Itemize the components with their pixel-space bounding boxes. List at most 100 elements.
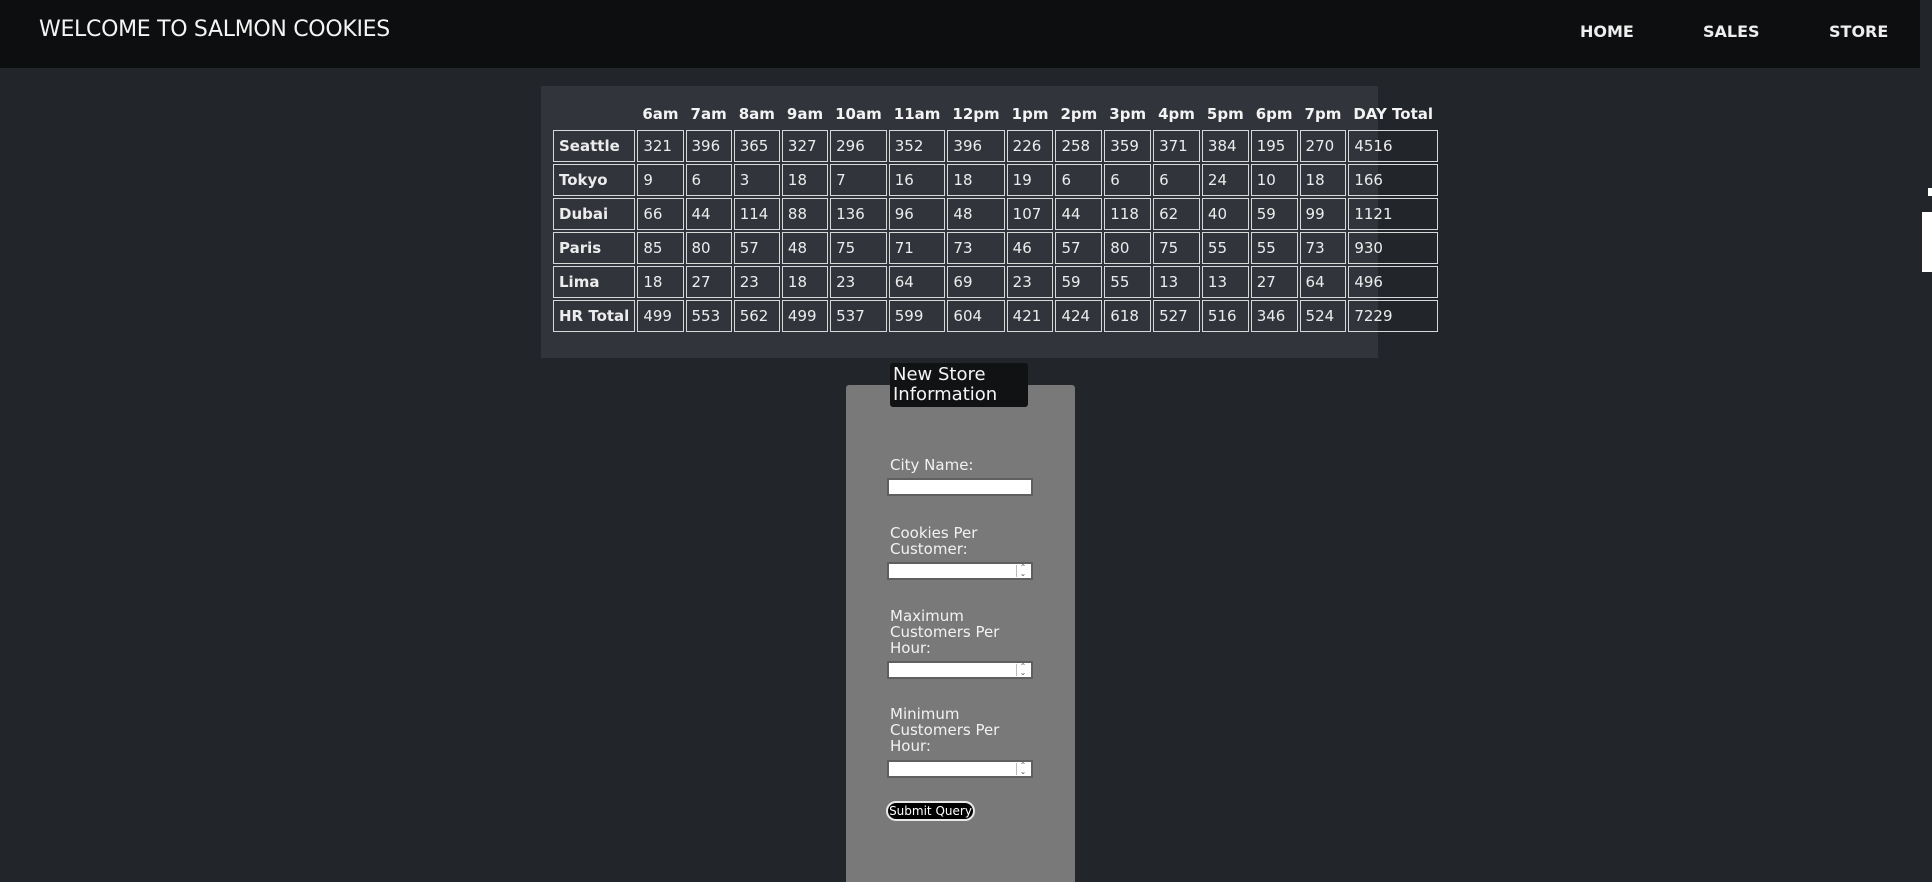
table-cell: 46 [1006, 232, 1054, 264]
number-spinner-icon[interactable]: ⌃ ⌄ [1016, 762, 1029, 776]
sales-table-panel: 6am 7am 8am 9am 10am 11am 12pm 1pm 2pm 3pm 4pm 5pm 6… [541, 86, 1439, 358]
corner-header-cell [553, 100, 635, 128]
number-spinner-icon[interactable]: ⌃ ⌄ [1016, 564, 1029, 578]
page-scrollbar[interactable] [1920, 0, 1932, 882]
table-cell: 55 [1201, 232, 1249, 264]
column-header: 10am [835, 105, 882, 123]
table-cell: 3 [733, 164, 780, 196]
row-label-cell: Paris [553, 232, 636, 264]
table-cell: 6 [685, 164, 732, 196]
table-cell: 359 [1104, 130, 1152, 162]
table-cell: 69 [947, 266, 1005, 298]
column-header: DAY Total [1353, 105, 1434, 123]
table-cell: 6 [1104, 164, 1152, 196]
table-cell: 18 [637, 266, 684, 298]
table-cell: 23 [830, 266, 887, 298]
city-name-input[interactable] [887, 478, 1033, 496]
table-cell: 6 [1153, 164, 1200, 196]
column-header: 11am [893, 105, 941, 123]
top-navigation-bar: WELCOME TO SALMON COOKIES HOME SALES STO… [0, 0, 1920, 68]
table-row: Paris 85 80 57 48 75 71 73 46 57 80 75 55 55 73 930 [553, 232, 1439, 264]
column-header: 6am [642, 105, 679, 123]
table-cell: 85 [637, 232, 684, 264]
column-header: 12pm [952, 105, 1000, 123]
table-cell: 296 [830, 130, 887, 162]
table-cell: 618 [1104, 300, 1152, 332]
table-cell: 499 [637, 300, 684, 332]
row-label-cell: Lima [553, 266, 636, 298]
table-cell: 321 [637, 130, 684, 162]
column-header: 6pm [1255, 105, 1293, 123]
scrollbar-marker [1928, 188, 1932, 196]
table-cell: 537 [830, 300, 887, 332]
form-legend: New Store Information [890, 363, 1028, 407]
table-cell: 55 [1104, 266, 1152, 298]
row-label-cell: Dubai [553, 198, 636, 230]
nav-link-store[interactable]: STORE [1829, 22, 1888, 41]
table-cell: 75 [1153, 232, 1200, 264]
table-cell: 930 [1348, 232, 1439, 264]
table-cell: 352 [888, 130, 946, 162]
cookies-per-customer-input[interactable]: ⌃ ⌄ [887, 562, 1033, 580]
table-row: Seattle 321 396 365 327 296 352 396 226 258 359 371… [553, 130, 1439, 162]
table-cell: 13 [1153, 266, 1200, 298]
table-cell: 99 [1299, 198, 1347, 230]
table-cell: 384 [1201, 130, 1249, 162]
table-cell: 73 [1299, 232, 1347, 264]
table-cell: 71 [888, 232, 946, 264]
table-cell: 114 [733, 198, 780, 230]
table-cell: 13 [1201, 266, 1249, 298]
table-cell: 44 [1055, 198, 1103, 230]
submit-button[interactable]: Submit Query [886, 801, 975, 821]
table-cell: 7 [830, 164, 887, 196]
column-header: 1pm [1011, 105, 1049, 123]
table-cell: 107 [1006, 198, 1054, 230]
column-header: 7pm [1304, 105, 1342, 123]
nav-link-home[interactable]: HOME [1580, 22, 1634, 41]
table-cell: 55 [1250, 232, 1298, 264]
table-cell: 136 [830, 198, 887, 230]
table-cell: 59 [1250, 198, 1298, 230]
table-cell: 527 [1153, 300, 1200, 332]
table-cell: 80 [685, 232, 732, 264]
table-cell: 496 [1348, 266, 1439, 298]
column-header: 2pm [1060, 105, 1098, 123]
table-cell: 424 [1055, 300, 1103, 332]
table-cell: 599 [888, 300, 946, 332]
table-cell: 421 [1006, 300, 1054, 332]
table-row: Tokyo 9 6 3 18 7 16 18 19 6 6 6 24 10 18 166 [553, 164, 1439, 196]
table-cell: 64 [1299, 266, 1347, 298]
table-row: Lima 18 27 23 18 23 64 69 23 59 55 13 13 27 64 496 [553, 266, 1439, 298]
site-title: WELCOME TO SALMON COOKIES [39, 17, 390, 42]
table-cell: 57 [733, 232, 780, 264]
table-cell: 88 [781, 198, 829, 230]
column-header: 9am [786, 105, 824, 123]
number-spinner-icon[interactable]: ⌃ ⌄ [1016, 663, 1029, 677]
min-customers-label: Minimum Customers Per Hour: [890, 705, 1000, 755]
table-cell: 346 [1250, 300, 1298, 332]
table-cell: 1121 [1348, 198, 1439, 230]
table-cell: 48 [781, 232, 829, 264]
table-cell: 66 [637, 198, 684, 230]
min-customers-input[interactable]: ⌃ ⌄ [887, 760, 1033, 778]
table-cell: 16 [888, 164, 946, 196]
table-cell: 365 [733, 130, 780, 162]
table-cell: 6 [1055, 164, 1103, 196]
table-cell: 62 [1153, 198, 1200, 230]
table-cell: 96 [888, 198, 946, 230]
nav-link-sales[interactable]: SALES [1703, 22, 1760, 41]
table-body: Seattle 321 396 365 327 296 352 396 226 258 359 371… [553, 130, 1439, 332]
max-customers-input[interactable]: ⌃ ⌄ [887, 661, 1033, 679]
table-cell: 166 [1348, 164, 1439, 196]
row-label-cell: HR Total [553, 300, 636, 332]
column-header: 4pm [1158, 105, 1195, 123]
table-row: Dubai 66 44 114 88 136 96 48 107 44 118 62 40 59 99 112… [553, 198, 1439, 230]
table-cell: 27 [1250, 266, 1298, 298]
table-cell: 516 [1201, 300, 1249, 332]
table-cell: 19 [1006, 164, 1054, 196]
table-cell: 553 [685, 300, 732, 332]
table-cell: 23 [1006, 266, 1054, 298]
table-cell: 195 [1250, 130, 1298, 162]
table-cell: 327 [781, 130, 829, 162]
page-scrollbar-thumb[interactable] [1922, 212, 1932, 272]
